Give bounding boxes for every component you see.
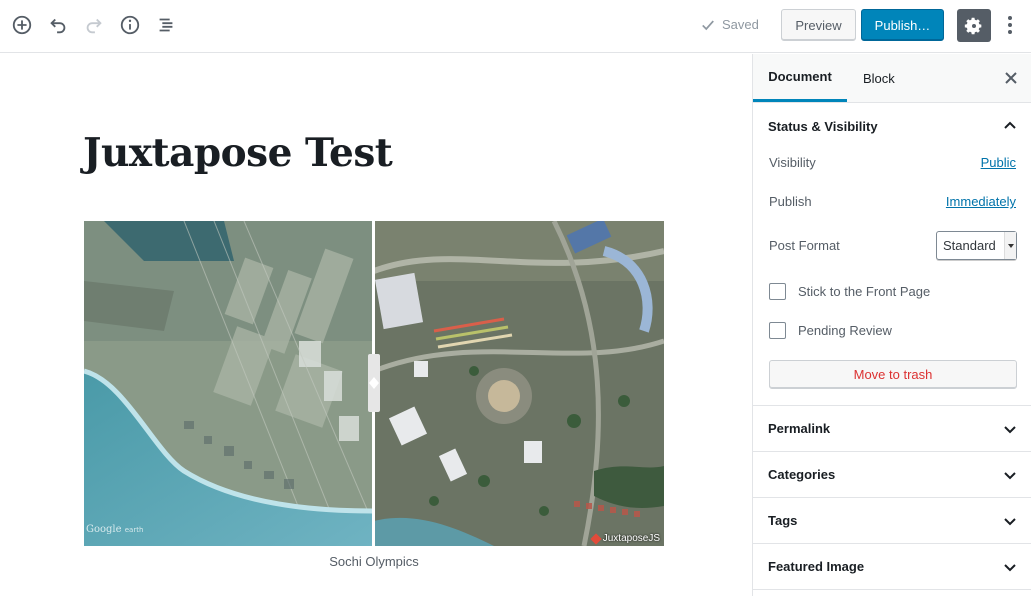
redo-icon[interactable] (82, 11, 106, 39)
google-earth-credit: Google earth (86, 524, 144, 535)
settings-sidebar: Document Block Status & Visibility Visib… (752, 54, 1031, 596)
post-format-select[interactable]: Standard (936, 231, 1017, 260)
block-navigation-icon[interactable] (154, 11, 178, 39)
slider-handle[interactable] (368, 354, 380, 412)
move-to-trash-button[interactable]: Move to trash (769, 360, 1017, 389)
stick-to-front-checkbox[interactable] (769, 283, 786, 300)
featured-image-panel-toggle[interactable]: Featured Image (753, 544, 1031, 589)
publish-button[interactable]: Publish… (861, 9, 944, 41)
undo-icon[interactable] (46, 11, 70, 39)
gear-icon (964, 17, 982, 34)
permalink-panel-toggle[interactable]: Permalink (753, 406, 1031, 451)
sidebar-tabs: Document Block (753, 54, 1031, 103)
categories-panel-toggle[interactable]: Categories (753, 452, 1031, 497)
editor-toolbar: Saved Preview Publish… (0, 0, 1031, 53)
settings-button[interactable] (957, 9, 991, 42)
before-image: Google earth (84, 221, 372, 546)
tags-panel-toggle[interactable]: Tags (753, 498, 1031, 543)
visibility-link[interactable]: Public (981, 155, 1016, 170)
arrow-right-icon (374, 377, 379, 389)
tab-block[interactable]: Block (863, 54, 895, 102)
chevron-down-icon (1004, 471, 1016, 479)
image-caption[interactable]: Sochi Olympics (84, 554, 664, 569)
publish-label: Publish (769, 194, 812, 209)
post-format-label: Post Format (769, 238, 840, 253)
chevron-down-icon (1004, 425, 1016, 433)
pending-review-checkbox[interactable] (769, 322, 786, 339)
editor-canvas: Juxtapose Test Google earth JuxtaposeJS … (0, 54, 752, 596)
pending-review-label[interactable]: Pending Review (798, 323, 892, 338)
juxtaposejs-logo-icon (590, 532, 602, 545)
chevron-down-icon (1004, 232, 1016, 259)
add-block-icon[interactable] (10, 11, 34, 39)
more-menu-icon[interactable] (1001, 11, 1019, 39)
visibility-label: Visibility (769, 155, 816, 170)
post-title[interactable]: Juxtapose Test (83, 130, 393, 176)
juxtaposejs-credit[interactable]: JuxtaposeJS (590, 532, 660, 545)
saved-label: Saved (722, 17, 759, 32)
chevron-down-icon (1004, 563, 1016, 571)
status-visibility-panel-toggle[interactable]: Status & Visibility (753, 114, 1031, 138)
info-icon[interactable] (118, 11, 142, 39)
juxtapose-image-slider[interactable]: Google earth JuxtaposeJS (84, 221, 664, 546)
preview-button[interactable]: Preview (781, 9, 856, 41)
chevron-up-icon (1004, 121, 1016, 129)
divider (753, 589, 1031, 590)
check-icon (702, 19, 714, 30)
tab-document[interactable]: Document (753, 54, 847, 102)
publish-date-link[interactable]: Immediately (946, 194, 1016, 209)
after-image: JuxtaposeJS (374, 221, 664, 546)
stick-to-front-label[interactable]: Stick to the Front Page (798, 284, 930, 299)
close-icon[interactable] (1003, 70, 1019, 86)
saved-status: Saved (701, 17, 759, 32)
panel-title: Status & Visibility (768, 118, 878, 134)
chevron-down-icon (1004, 517, 1016, 525)
